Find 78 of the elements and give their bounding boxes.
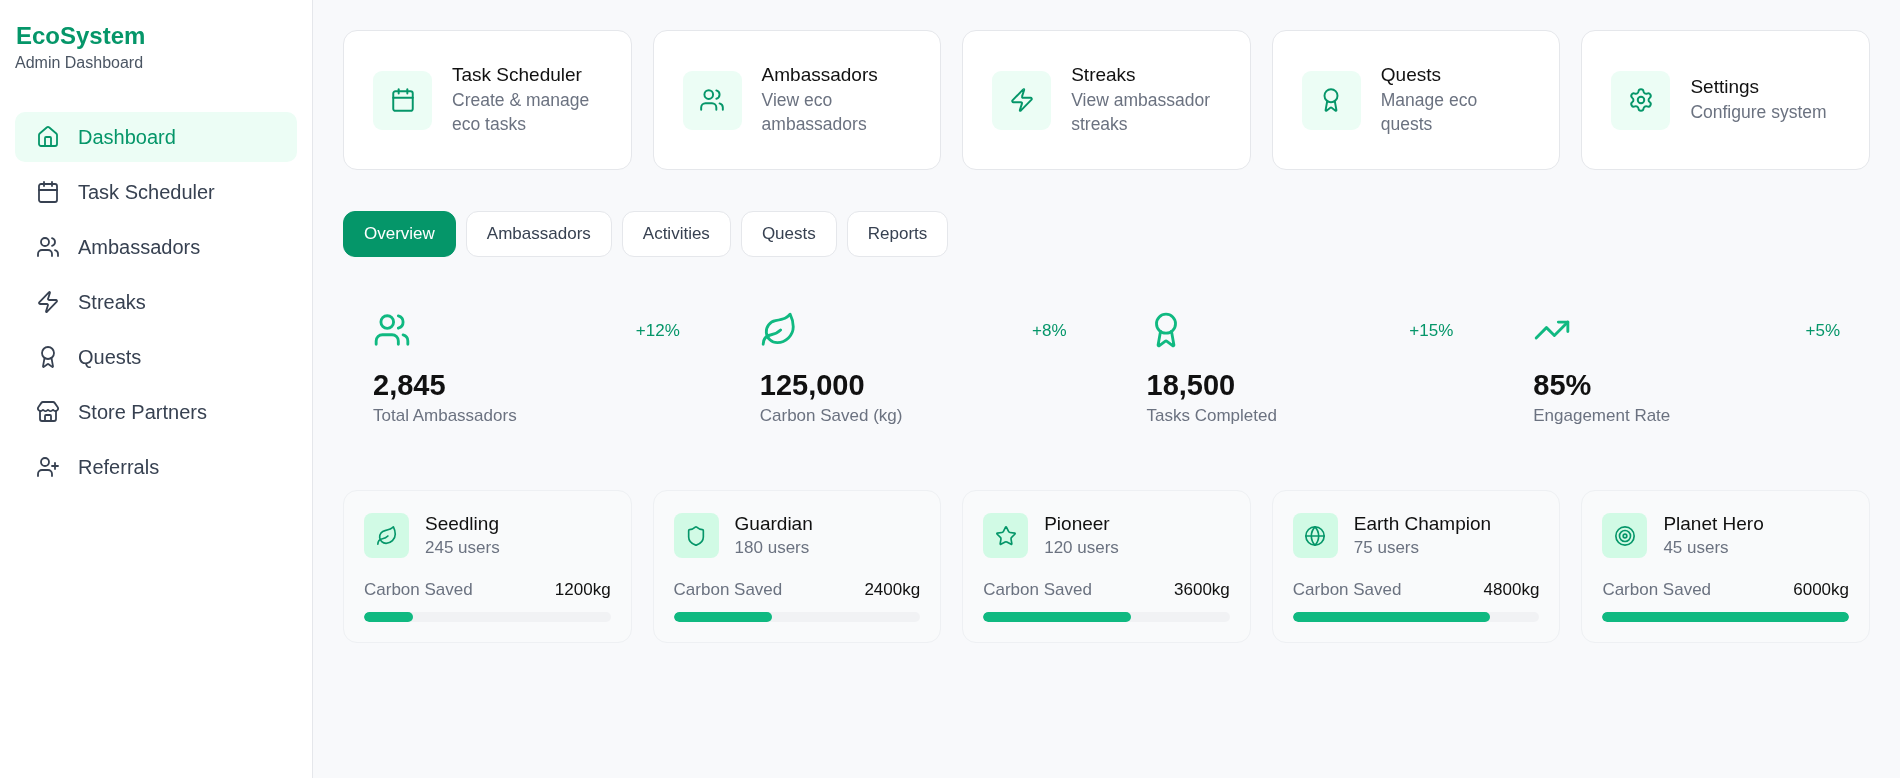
card-description: View ambassador streaks [1071, 89, 1211, 136]
sidebar-item[interactable]: Dashboard [15, 112, 297, 162]
stat-change: +12% [635, 321, 680, 341]
users-icon [36, 235, 60, 259]
home-icon [36, 125, 60, 149]
globe-icon [1292, 513, 1338, 558]
metric-value: 1200kg [554, 580, 611, 600]
stat-value: 85% [1533, 369, 1593, 402]
tab[interactable]: Quests [740, 211, 837, 257]
card-title: Streaks [1071, 64, 1137, 86]
stat-label: Engagement Rate [1533, 406, 1672, 426]
shield-icon [673, 513, 719, 558]
level-name: Guardian [734, 513, 813, 535]
quick-link-card[interactable]: Settings Configure system [1581, 30, 1870, 170]
metric-label: Carbon Saved [1602, 580, 1712, 600]
level-users: 75 users [1353, 538, 1420, 558]
leaf-icon [364, 513, 409, 558]
calendar-icon [36, 180, 60, 204]
card-description: View eco ambassadors [761, 89, 868, 136]
sidebar-item[interactable]: Ambassadors [15, 222, 297, 272]
stat-label: Carbon Saved (kg) [759, 406, 904, 426]
card-title: Quests [1380, 64, 1442, 86]
level-name: Planet Hero [1663, 513, 1764, 535]
metric-label: Carbon Saved [673, 580, 783, 600]
card-title: Ambassadors [761, 64, 879, 86]
user-plus-icon [36, 455, 60, 479]
level-name: Pioneer [1044, 513, 1111, 535]
metric-value: 2400kg [864, 580, 921, 600]
level-users: 45 users [1663, 538, 1730, 558]
leaf-icon [759, 311, 798, 349]
sidebar-item[interactable]: Referrals [15, 442, 297, 492]
tab[interactable]: Reports [846, 211, 949, 257]
target-icon [1602, 513, 1648, 558]
stat-change: +15% [1409, 321, 1454, 341]
level-users: 180 users [734, 538, 811, 558]
stat-value: 18,500 [1146, 369, 1237, 402]
users-icon [373, 311, 411, 349]
tab[interactable]: Ambassadors [465, 211, 612, 257]
stat-label: Total Ambassadors [373, 406, 518, 426]
sidebar-item[interactable]: Streaks [15, 277, 297, 327]
metric-value: 3600kg [1174, 580, 1230, 600]
card-description: Create & manage eco tasks [452, 89, 591, 136]
stat-value: 2,845 [373, 369, 447, 402]
metric-value: 4800kg [1483, 580, 1540, 600]
users-icon [682, 70, 742, 130]
card-title: Task Scheduler [452, 64, 583, 86]
tab[interactable]: Overview [343, 211, 456, 257]
sidebar-item[interactable]: Store Partners [15, 387, 297, 437]
quick-link-card[interactable]: Ambassadors View eco ambassadors [652, 30, 942, 170]
metric-label: Carbon Saved [983, 580, 1092, 600]
stat-value: 125,000 [759, 369, 866, 402]
sidebar-item[interactable]: Task Scheduler [15, 167, 297, 217]
quick-link-card[interactable]: Quests Manage eco quests [1271, 30, 1561, 170]
level-name: Earth Champion [1353, 513, 1492, 535]
store-icon [36, 400, 60, 424]
stat-label: Tasks Completed [1146, 406, 1278, 426]
settings-icon [1611, 70, 1671, 130]
level-name: Seedling [425, 513, 500, 535]
metric-label: Carbon Saved [1292, 580, 1402, 600]
tab[interactable]: Activities [621, 211, 731, 257]
stat-change: +5% [1805, 321, 1840, 341]
card-title: Settings [1690, 76, 1761, 98]
sidebar-item[interactable]: Quests [15, 332, 297, 382]
level-users: 245 users [425, 538, 500, 558]
brand-name: EcoSystem [15, 22, 147, 50]
metric-label: Carbon Saved [364, 580, 473, 600]
brand-subtitle: Admin Dashboard [15, 54, 145, 72]
metric-value: 6000kg [1793, 580, 1849, 600]
stat-change: +8% [1032, 321, 1067, 341]
card-description: Manage eco quests [1380, 89, 1479, 136]
lightning-icon [36, 290, 60, 314]
award-icon [1301, 70, 1361, 130]
level-users: 120 users [1044, 538, 1119, 558]
quick-link-card[interactable]: Streaks View ambassador streaks [962, 30, 1251, 170]
card-description: Configure system [1690, 101, 1827, 124]
lightning-icon [992, 70, 1052, 130]
quick-link-card[interactable]: Task Scheduler Create & manage eco tasks [343, 30, 632, 170]
calendar-icon [373, 70, 432, 130]
